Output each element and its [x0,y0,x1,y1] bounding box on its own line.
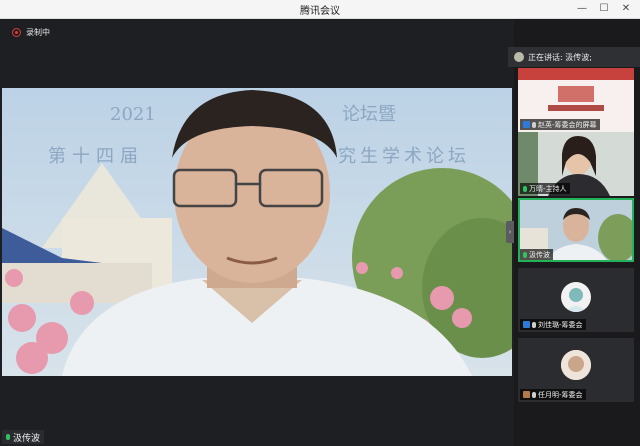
participant-label: 赵英-筹委会的屏幕 [520,119,600,130]
participant-avatar [561,282,591,312]
participant-avatar [561,350,591,380]
recording-indicator[interactable]: 录制中 [12,27,50,38]
current-speaker-tag: 汲传波 [2,430,45,444]
speaker-avatar-icon [514,52,524,62]
recording-label: 录制中 [26,28,50,37]
participant-name: 任月明-筹委会 [538,390,583,399]
participant-label: 刘佳璐-筹委会 [520,319,586,330]
participant-tile[interactable]: 刘佳璐-筹委会 [518,268,634,332]
mic-icon [523,251,527,258]
screen-share-icon [523,121,530,128]
participant-label: 汲传波 [520,249,553,260]
banner-text-1b: 论坛暨 [342,104,396,125]
participant-name: 万晴-主持人 [529,184,567,193]
sidebar-collapse-toggle[interactable]: › [506,221,514,243]
title-bar: 腾讯会议 — ☐ ✕ [0,0,640,19]
banner-text-2b: 究生学术论坛 [338,146,470,167]
participant-name: 刘佳璐-筹委会 [538,320,583,329]
participant-tile[interactable]: 万晴-主持人 [518,132,634,196]
current-speaker-name: 汲传波 [13,433,41,444]
participant-label: 万晴-主持人 [520,183,570,194]
participant-tile-active[interactable]: 汲传波 [518,198,634,262]
window-title: 腾讯会议 [300,6,340,17]
maximize-button[interactable]: ☐ [593,0,615,18]
record-icon [12,28,21,37]
mic-off-icon [532,121,536,128]
close-button[interactable]: ✕ [615,0,637,18]
speaking-banner-text: 正在讲话: 汲传波; [528,52,592,62]
mic-icon [6,434,10,440]
main-video[interactable]: 2021 论坛暨 第十四届 究生学术论坛 [2,88,512,376]
mic-off-icon [532,321,536,328]
minimize-button[interactable]: — [571,0,593,18]
participant-tile[interactable]: 任月明-筹委会 [518,338,634,402]
user-icon [523,321,530,328]
participant-tile[interactable]: 赵英-筹委会的屏幕 [518,68,634,132]
mic-off-icon [532,391,536,398]
speaking-banner: 正在讲话: 汲传波; [508,47,640,67]
banner-text-2: 第十四届 [48,146,144,167]
main-video-frame: 2021 论坛暨 第十四届 究生学术论坛 [2,88,512,376]
banner-text-1: 2021 [110,104,156,125]
participant-name: 汲传波 [529,250,550,259]
participant-name: 赵英-筹委会的屏幕 [538,120,597,129]
mic-icon [523,185,527,192]
participant-label: 任月明-筹委会 [520,389,586,400]
avatar-thumb-icon [523,391,530,398]
